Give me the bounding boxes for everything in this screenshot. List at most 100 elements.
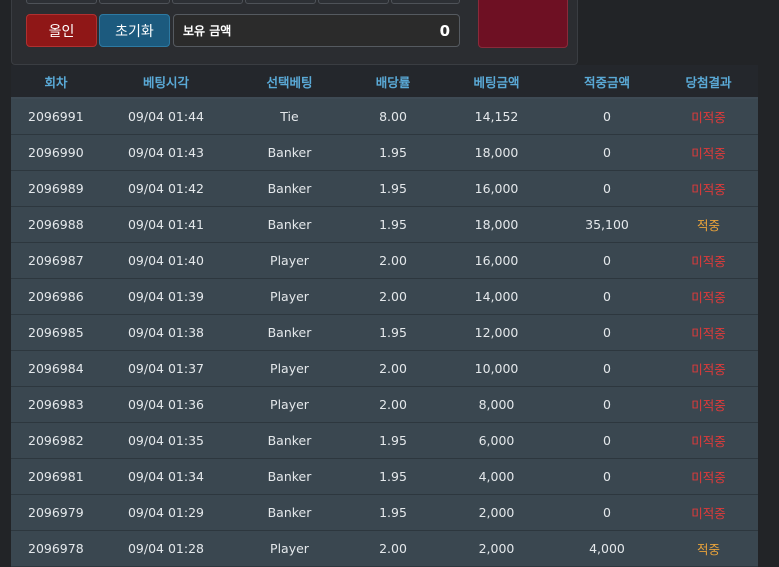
cell-result: 미적중: [659, 242, 758, 279]
cell-result: 미적중: [659, 494, 758, 531]
cell-odds: 1.95: [348, 170, 438, 207]
cell-round: 2096989: [11, 170, 101, 207]
header-odds: 배당률: [348, 65, 438, 99]
cell-bet-amount: 10,000: [438, 350, 555, 387]
cell-round: 2096987: [11, 242, 101, 279]
cell-bet-amount: 6,000: [438, 422, 555, 459]
cell-round: 2096979: [11, 494, 101, 531]
cell-win-amount: 0: [555, 458, 659, 495]
cell-bet-amount: 14,152: [438, 98, 555, 135]
cell-bet-amount: 8,000: [438, 386, 555, 423]
cell-round: 2096984: [11, 350, 101, 387]
cell-result: 미적중: [659, 170, 758, 207]
cell-result: 미적중: [659, 386, 758, 423]
cell-win-amount: 0: [555, 422, 659, 459]
cell-odds: 1.95: [348, 206, 438, 243]
cell-bet-amount: 16,000: [438, 170, 555, 207]
cell-odds: 1.95: [348, 458, 438, 495]
chip-button-6[interactable]: [391, 0, 460, 4]
cell-win-amount: 0: [555, 134, 659, 171]
cell-round: 2096978: [11, 530, 101, 567]
table-row: 2096981 09/04 01:34 Banker 1.95 4,000 0 미적중: [11, 458, 758, 495]
cell-bet-amount: 2,000: [438, 494, 555, 531]
cell-bet-time: 09/04 01:28: [101, 530, 231, 567]
cell-choice: Banker: [231, 422, 348, 459]
header-round: 회차: [11, 65, 101, 99]
cell-choice: Player: [231, 242, 348, 279]
cell-choice: Player: [231, 530, 348, 567]
cell-odds: 2.00: [348, 530, 438, 567]
cell-round: 2096991: [11, 98, 101, 135]
cell-result: 미적중: [659, 278, 758, 315]
cell-round: 2096981: [11, 458, 101, 495]
cell-bet-amount: 12,000: [438, 314, 555, 351]
cell-round: 2096983: [11, 386, 101, 423]
cell-odds: 2.00: [348, 242, 438, 279]
cell-bet-amount: 18,000: [438, 206, 555, 243]
table-row: 2096990 09/04 01:43 Banker 1.95 18,000 0 미적중: [11, 134, 758, 171]
cell-choice: Banker: [231, 494, 348, 531]
cell-choice: Player: [231, 350, 348, 387]
cell-result: 적중: [659, 206, 758, 243]
table-row: 2096985 09/04 01:38 Banker 1.95 12,000 0 미적중: [11, 314, 758, 351]
cell-win-amount: 0: [555, 494, 659, 531]
cell-odds: 2.00: [348, 350, 438, 387]
table-row: 2096987 09/04 01:40 Player 2.00 16,000 0 미적중: [11, 242, 758, 279]
cell-win-amount: 0: [555, 242, 659, 279]
cell-round: 2096986: [11, 278, 101, 315]
table-row: 2096983 09/04 01:36 Player 2.00 8,000 0 미적중: [11, 386, 758, 423]
cell-choice: Player: [231, 278, 348, 315]
table-row: 2096991 09/04 01:44 Tie 8.00 14,152 0 미적중: [11, 98, 758, 135]
cell-win-amount: 0: [555, 278, 659, 315]
cell-odds: 2.00: [348, 278, 438, 315]
place-bet-button[interactable]: [478, 0, 568, 48]
cell-bet-time: 09/04 01:42: [101, 170, 231, 207]
bet-history-table: 회차 베팅시각 선택베팅 배당률 베팅금액 적중금액 당첨결과 2096991 0…: [11, 65, 758, 567]
chip-button-3[interactable]: [172, 0, 243, 4]
cell-choice: Banker: [231, 458, 348, 495]
cell-round: 2096982: [11, 422, 101, 459]
cell-round: 2096985: [11, 314, 101, 351]
cell-choice: Banker: [231, 206, 348, 243]
balance-display: 보유 금액 0: [173, 14, 460, 47]
table-row: 2096986 09/04 01:39 Player 2.00 14,000 0 미적중: [11, 278, 758, 315]
table-header-row: 회차 베팅시각 선택베팅 배당률 베팅금액 적중금액 당첨결과: [11, 65, 758, 99]
table-row: 2096978 09/04 01:28 Player 2.00 2,000 4,000 적중: [11, 530, 758, 567]
chip-button-2[interactable]: [99, 0, 170, 4]
cell-bet-time: 09/04 01:34: [101, 458, 231, 495]
cell-win-amount: 0: [555, 386, 659, 423]
cell-bet-time: 09/04 01:38: [101, 314, 231, 351]
reset-button[interactable]: 초기화: [99, 14, 170, 47]
cell-bet-time: 09/04 01:39: [101, 278, 231, 315]
cell-result: 미적중: [659, 98, 758, 135]
cell-bet-amount: 14,000: [438, 278, 555, 315]
cell-choice: Player: [231, 386, 348, 423]
cell-choice: Banker: [231, 314, 348, 351]
cell-bet-time: 09/04 01:41: [101, 206, 231, 243]
cell-result: 미적중: [659, 458, 758, 495]
cell-choice: Banker: [231, 170, 348, 207]
balance-label: 보유 금액: [183, 24, 232, 38]
cell-result: 미적중: [659, 314, 758, 351]
cell-round: 2096990: [11, 134, 101, 171]
cell-result: 적중: [659, 530, 758, 567]
cell-bet-time: 09/04 01:35: [101, 422, 231, 459]
chip-button-1[interactable]: [26, 0, 97, 4]
chip-button-5[interactable]: [318, 0, 389, 4]
cell-win-amount: 0: [555, 314, 659, 351]
cell-choice: Tie: [231, 98, 348, 135]
table-row: 2096989 09/04 01:42 Banker 1.95 16,000 0 미적중: [11, 170, 758, 207]
cell-result: 미적중: [659, 134, 758, 171]
cell-odds: 1.95: [348, 134, 438, 171]
cell-round: 2096988: [11, 206, 101, 243]
cell-win-amount: 35,100: [555, 206, 659, 243]
chip-button-4[interactable]: [245, 0, 316, 4]
table-row: 2096979 09/04 01:29 Banker 1.95 2,000 0 미적중: [11, 494, 758, 531]
cell-odds: 1.95: [348, 422, 438, 459]
cell-bet-time: 09/04 01:37: [101, 350, 231, 387]
header-bet-amount: 베팅금액: [438, 65, 555, 99]
allin-button[interactable]: 올인: [26, 14, 97, 47]
cell-bet-amount: 16,000: [438, 242, 555, 279]
cell-odds: 8.00: [348, 98, 438, 135]
cell-win-amount: 0: [555, 350, 659, 387]
